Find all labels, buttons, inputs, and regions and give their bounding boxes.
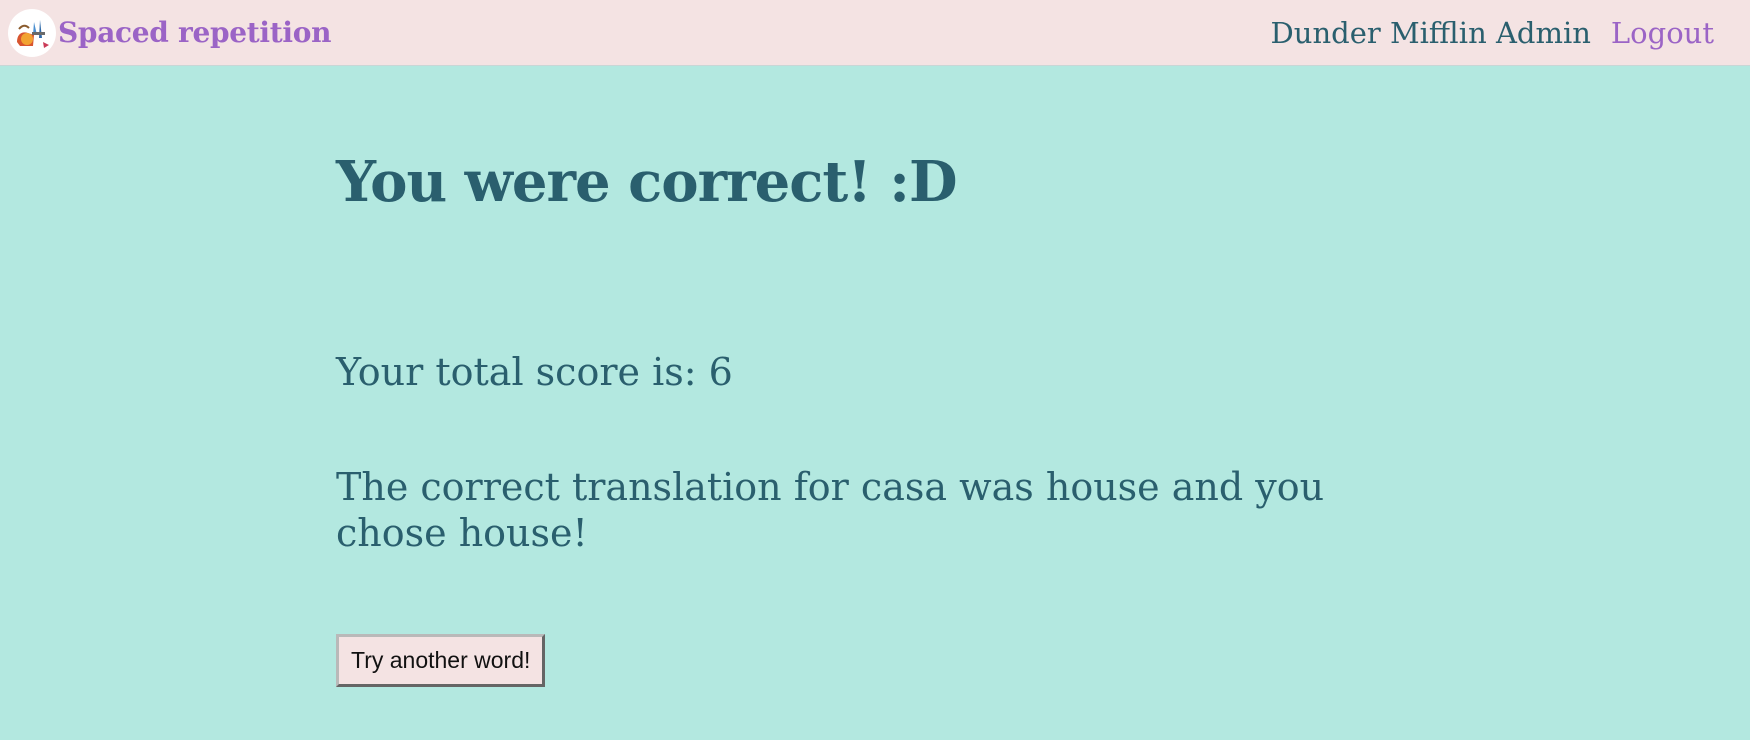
total-score-text: Your total score is: 6 — [336, 349, 733, 394]
user-area: Dunder Mifflin Admin Logout — [1271, 16, 1714, 50]
language-tools-icon — [8, 8, 56, 57]
brand-link[interactable]: Spaced repetition — [8, 8, 331, 57]
feedback-heading: You were correct! :D — [336, 149, 958, 215]
feedback-panel: You were correct! :D Your total score is… — [336, 66, 1416, 688]
try-another-word-button[interactable]: Try another word! — [336, 634, 546, 688]
app-header: Spaced repetition Dunder Mifflin Admin L… — [0, 0, 1750, 66]
brand-title[interactable]: Spaced repetition — [58, 16, 331, 49]
username-label: Dunder Mifflin Admin — [1270, 15, 1591, 50]
logout-link[interactable]: Logout — [1611, 16, 1714, 50]
translation-feedback-text: The correct translation for casa was hou… — [336, 465, 1325, 555]
